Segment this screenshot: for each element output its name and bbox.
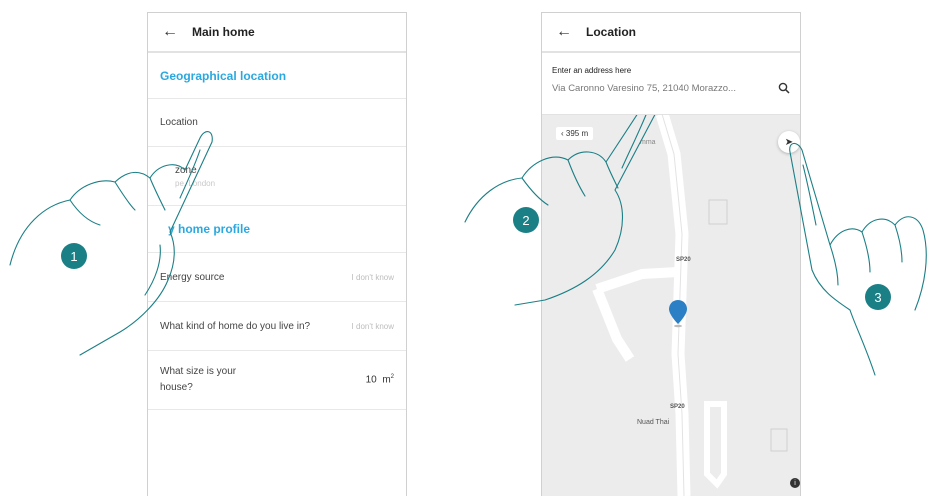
house-size-unit: m <box>382 374 391 386</box>
locate-me-button[interactable]: ➤ <box>778 131 800 153</box>
page-title: Main home <box>192 25 255 39</box>
callout-badge-3: 3 <box>865 284 891 310</box>
timezone-label: zone <box>175 164 197 176</box>
home-kind-label: What kind of home do you live in? <box>160 320 311 332</box>
road-label-sp20-bottom: SP20 <box>670 404 685 410</box>
home-profile-heading: y home profile <box>148 206 406 253</box>
energy-source-label: Energy source <box>160 271 225 283</box>
house-size-value[interactable]: 10 m2 <box>366 374 394 385</box>
house-size-label: What size is your house? <box>160 364 236 396</box>
home-kind-row[interactable]: What kind of home do you live in? I don'… <box>148 302 406 351</box>
house-size-row[interactable]: What size is your house? 10 m2 <box>148 351 406 410</box>
energy-source-value: I don't know <box>351 272 394 282</box>
main-home-screen: ← Main home Geographical location Locati… <box>147 12 407 496</box>
house-size-label-line2: house? <box>160 382 193 393</box>
map-scale-value: 395 m <box>565 129 589 138</box>
info-icon[interactable]: i <box>790 478 800 488</box>
location-label: Location <box>160 117 198 128</box>
search-icon[interactable] <box>778 82 790 94</box>
poi-label: Nuad Thai <box>637 419 670 426</box>
callout-badge-2: 2 <box>513 207 539 233</box>
header-bar: ← Location <box>542 13 800 53</box>
house-size-number: 10 <box>365 374 377 386</box>
energy-source-row[interactable]: Energy source I don't know <box>148 253 406 302</box>
location-screen: ← Location Enter an address here Via Car… <box>541 12 801 496</box>
geographical-location-heading: Geographical location <box>148 53 406 99</box>
map-scale: ‹ 395 m <box>556 127 594 140</box>
road-label-sp20-top: SP20 <box>676 257 691 263</box>
location-row[interactable]: Location <box>148 99 406 147</box>
back-arrow-icon[interactable]: ← <box>148 23 192 41</box>
header-bar: ← Main home <box>148 13 406 53</box>
timezone-row[interactable]: zone pe, London <box>148 147 406 206</box>
address-label: Enter an address here <box>552 66 632 75</box>
page-title: Location <box>586 25 636 39</box>
map-view[interactable]: ‹ 395 m mma SP20 SP20 Nuad Thai ➤ i <box>542 114 800 496</box>
address-value: Via Caronno Varesino 75, 21040 Morazzo..… <box>552 82 736 94</box>
home-kind-value: I don't know <box>351 321 394 331</box>
place-fragment-label: mma <box>640 139 656 146</box>
location-pin-icon <box>669 300 687 328</box>
address-search-box[interactable]: Enter an address here Via Caronno Varesi… <box>542 53 800 115</box>
address-input[interactable]: Via Caronno Varesino 75, 21040 Morazzo..… <box>552 82 790 94</box>
house-size-label-line1: What size is your <box>160 366 237 377</box>
back-arrow-icon[interactable]: ← <box>542 23 586 41</box>
house-size-unit-sup: 2 <box>390 374 394 381</box>
navigation-arrow-icon: ➤ <box>784 136 794 148</box>
callout-badge-1: 1 <box>61 243 87 269</box>
timezone-value: pe, London <box>175 178 216 188</box>
